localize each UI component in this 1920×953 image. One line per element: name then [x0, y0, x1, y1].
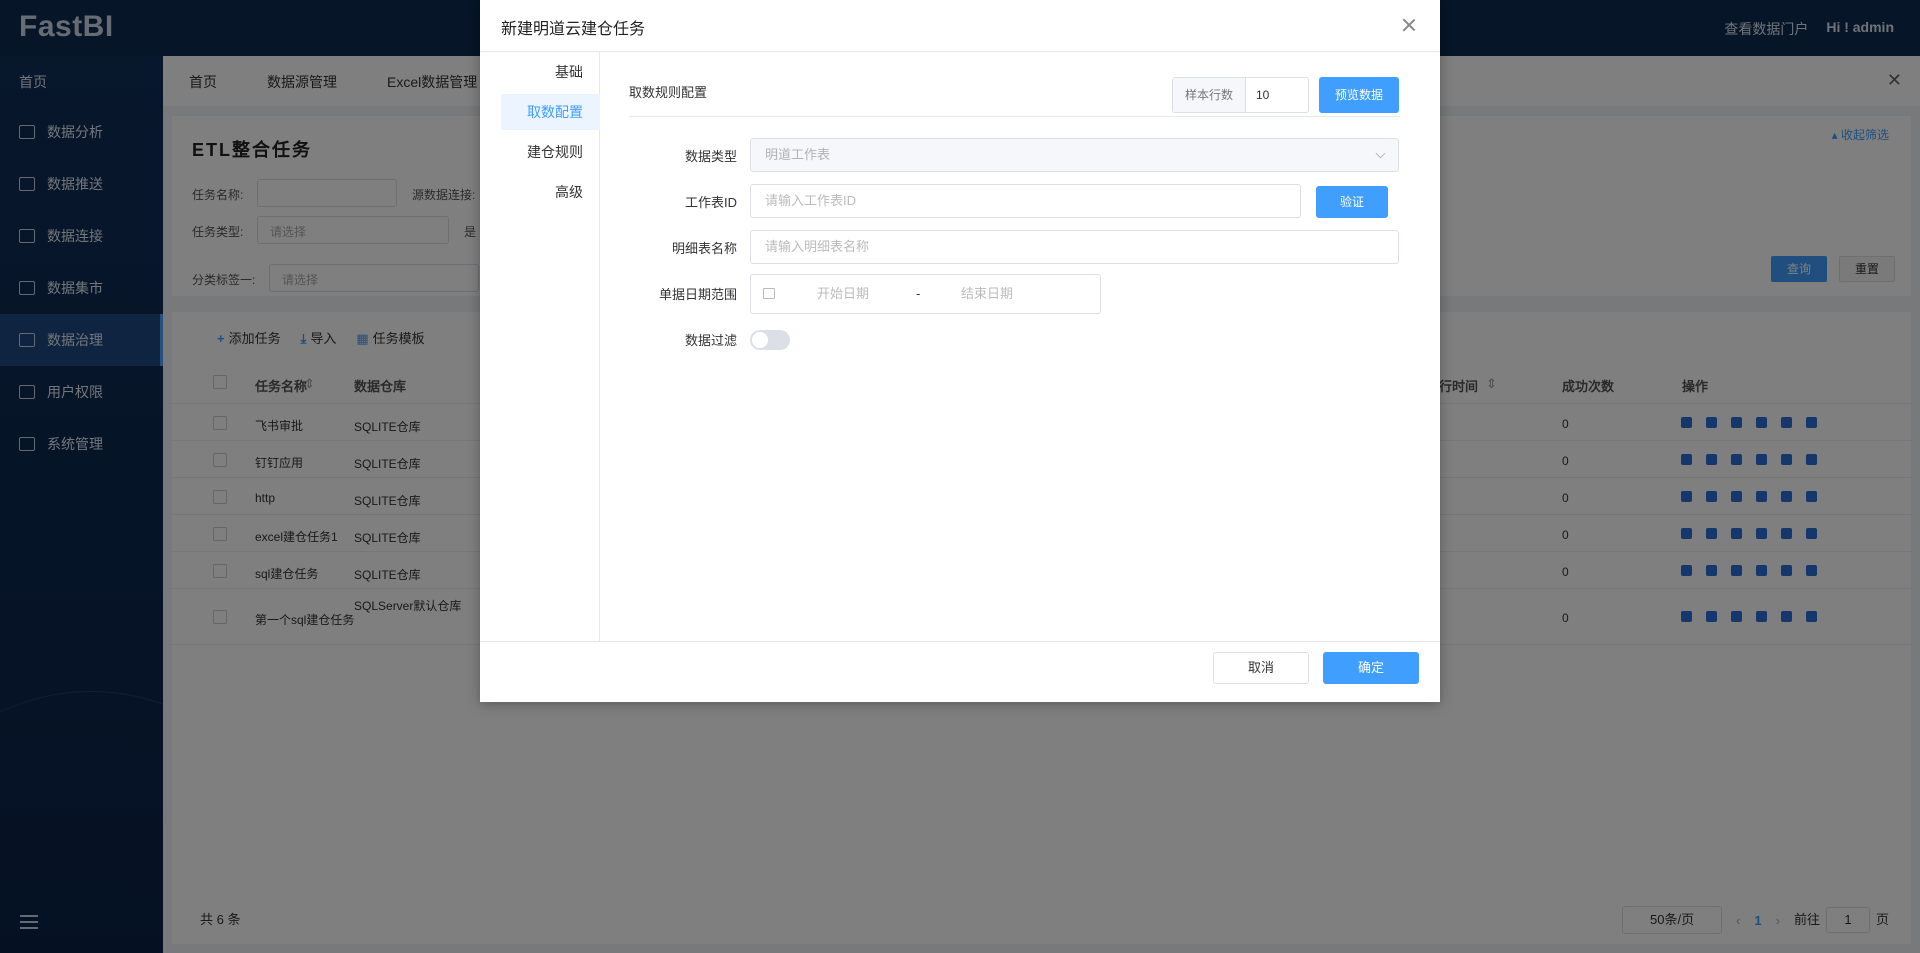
sample-rows-input[interactable]: 10	[1246, 78, 1269, 112]
data-type-value: 明道工作表	[765, 147, 831, 162]
sheet-id-label: 工作表ID	[684, 195, 737, 210]
dialog-nav: 基础 取数配置 建仓规则 高级	[480, 52, 600, 641]
dialog-title: 新建明道云建仓任务	[501, 21, 646, 38]
nav-warehouse-rules[interactable]: 建仓规则	[501, 134, 600, 170]
create-task-dialog: 新建明道云建仓任务 基础 取数配置 建仓规则 高级 取数规则配置 样本行数 10…	[480, 0, 1440, 702]
section-title: 取数规则配置	[629, 85, 708, 100]
close-icon[interactable]	[1402, 18, 1416, 32]
dialog-body: 取数规则配置 样本行数 10 预览数据 数据类型 明道工作表 工作表ID 请输入…	[600, 52, 1440, 641]
sample-rows-field: 样本行数 10	[1172, 77, 1309, 113]
preview-data-button[interactable]: 预览数据	[1319, 77, 1399, 113]
start-date-input[interactable]: 开始日期	[817, 275, 869, 313]
detail-name-input[interactable]: 请输入明细表名称	[750, 230, 1399, 264]
date-range-label: 单据日期范围	[658, 287, 737, 302]
dialog-footer: 取消 确定	[480, 641, 1440, 702]
nav-advanced[interactable]: 高级	[501, 174, 600, 210]
end-date-input[interactable]: 结束日期	[961, 275, 1013, 313]
section-divider	[629, 116, 1400, 117]
confirm-button[interactable]: 确定	[1323, 652, 1419, 684]
detail-name-label: 明细表名称	[671, 241, 737, 256]
calendar-icon	[763, 288, 775, 299]
data-type-label: 数据类型	[684, 149, 737, 164]
verify-button[interactable]: 验证	[1316, 186, 1388, 218]
nav-basic[interactable]: 基础	[501, 54, 600, 90]
data-type-select: 明道工作表	[750, 138, 1399, 172]
cancel-button[interactable]: 取消	[1213, 652, 1309, 684]
sheet-id-input[interactable]: 请输入工作表ID	[750, 184, 1301, 218]
date-separator: -	[916, 286, 921, 301]
data-filter-label: 数据过滤	[684, 333, 737, 348]
sample-rows-label: 样本行数	[1173, 78, 1246, 112]
chevron-down-icon	[1375, 148, 1386, 159]
data-filter-switch[interactable]	[750, 330, 790, 350]
dialog-header: 新建明道云建仓任务	[480, 0, 1440, 52]
date-range-picker[interactable]: 开始日期 - 结束日期	[750, 274, 1101, 314]
nav-fetch-config[interactable]: 取数配置	[501, 94, 600, 130]
